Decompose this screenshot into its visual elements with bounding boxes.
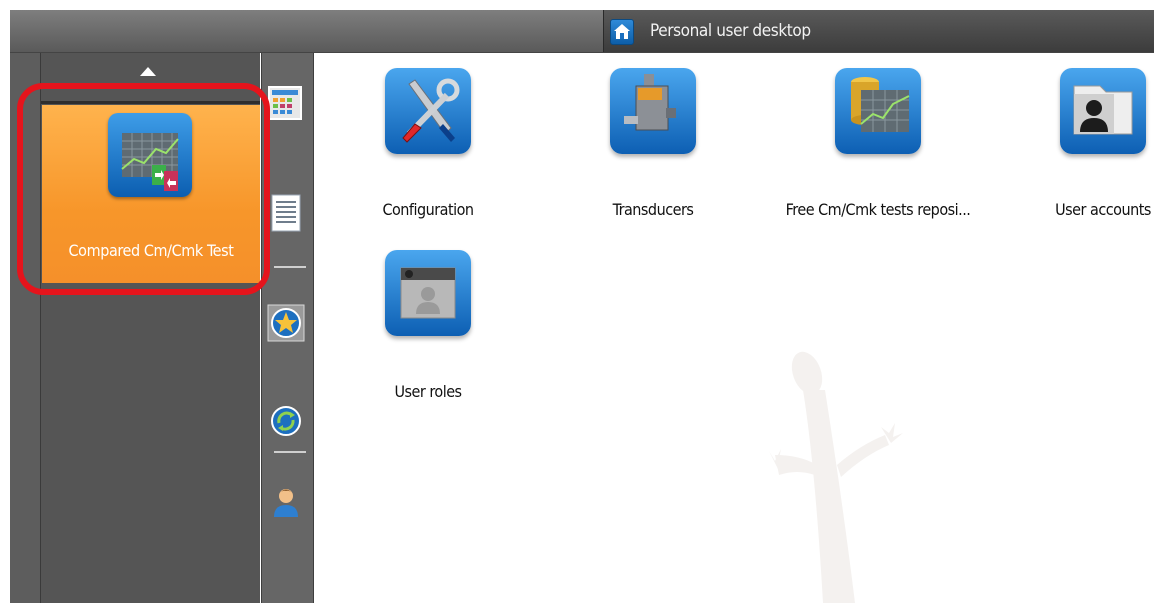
scroll-up-arrow-icon[interactable] [140,67,156,76]
tools-icon [385,68,471,154]
user-roles-icon [385,250,471,336]
page-title: Personal user desktop [650,21,811,41]
gecko-watermark [769,351,903,603]
app-user-roles[interactable]: User roles [328,250,528,410]
app-label: Configuration [382,200,474,219]
favorites-star-icon[interactable] [266,303,306,343]
app-free-cmcmk-tests-repository[interactable]: Free Cm/Cmk tests reposi... [778,68,978,228]
user-profile-icon[interactable] [266,483,306,523]
transducer-icon [610,68,696,154]
user-accounts-icon [1060,68,1146,154]
app-label: User accounts [1055,200,1151,219]
app-label: Transducers [612,200,694,219]
grid-view-icon[interactable] [266,83,306,123]
home-icon[interactable] [610,19,634,45]
list-view-icon[interactable] [266,193,306,233]
database-chart-icon [835,68,921,154]
app-configuration[interactable]: Configuration [328,68,528,228]
app-label: User roles [394,382,462,401]
title-area: Personal user desktop [603,10,1154,52]
toolbar-separator [274,451,306,453]
top-bar: Personal user desktop [10,10,1154,53]
app-transducers[interactable]: Transducers [553,68,753,228]
app-label: Free Cm/Cmk tests reposi... [785,200,971,219]
toolbar-separator [274,266,306,268]
selection-highlight [17,83,270,295]
recycle-icon[interactable] [266,401,306,441]
app-user-accounts[interactable]: User accounts [1003,68,1154,228]
